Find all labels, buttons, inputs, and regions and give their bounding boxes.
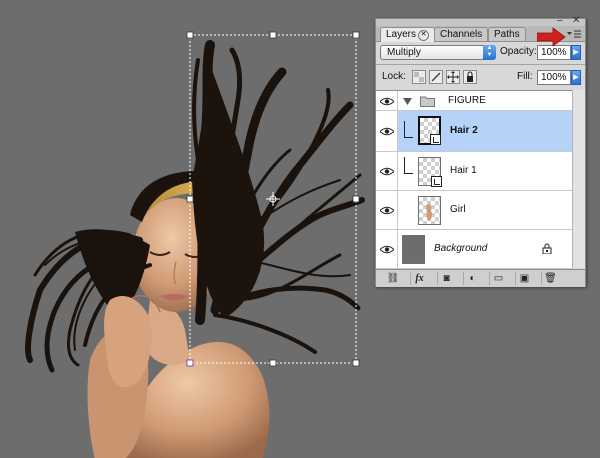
layer-thumbnail (418, 157, 442, 187)
layer-name: Hair 1 (450, 165, 477, 176)
tab-label: Channels (440, 29, 483, 40)
layer-name: Girl (450, 204, 466, 215)
eye-icon (380, 167, 394, 176)
link-icon[interactable]: ⛓ (384, 272, 402, 285)
opacity-slider-arrow-icon[interactable]: ▶ (571, 45, 581, 60)
transform-handle-top-left[interactable] (186, 31, 194, 39)
layer-thumbnail (402, 235, 425, 264)
layer-thumbnail (418, 196, 441, 225)
layer-row-hair-1[interactable]: Hair 1 (376, 152, 572, 191)
layers-panel: – ✕ Layers ✕ Channels Paths Multiply ▲ ▼ O… (375, 16, 586, 287)
eye-icon (380, 97, 394, 106)
tab-label: Layers (386, 29, 417, 40)
layer-row-girl[interactable]: Girl (376, 191, 572, 230)
lock-label: Lock: (382, 71, 406, 82)
blend-mode-value: Multiply (387, 47, 421, 58)
folder-icon[interactable]: ▭ (489, 272, 507, 285)
divider (376, 64, 585, 65)
opacity-label: Opacity: (500, 46, 537, 57)
adjustment-icon[interactable]: ◐ (463, 272, 481, 285)
visibility-toggle[interactable] (376, 230, 398, 268)
tab-label: Paths (494, 29, 520, 40)
opacity-input[interactable]: 100% (537, 45, 571, 60)
fill-slider-arrow-icon[interactable]: ▶ (571, 70, 581, 85)
folder-icon (420, 96, 435, 107)
clipping-indicator-icon (404, 157, 413, 174)
transform-handle-bottom-left[interactable] (186, 359, 194, 367)
new-layer-icon[interactable]: ▣ (515, 272, 533, 285)
panel-bottom-bar: ⛓ fx ◙ ◐ ▭ ▣ 🗑 (376, 269, 585, 287)
fill-label: Fill: (517, 71, 533, 82)
lock-all-icon[interactable] (463, 70, 477, 84)
close-icon[interactable]: ✕ (572, 16, 580, 26)
visibility-toggle[interactable] (376, 152, 398, 190)
layer-row-hair-2[interactable]: Hair 2 (376, 111, 572, 152)
dropdown-arrows-icon: ▲ ▼ (483, 45, 496, 60)
visibility-toggle[interactable] (376, 91, 398, 110)
smart-object-icon (430, 134, 441, 145)
clipping-indicator-icon (404, 121, 413, 138)
annotation-arrow-icon (537, 27, 566, 47)
layer-row-background[interactable]: Background (376, 230, 572, 269)
eye-icon (380, 245, 394, 254)
layer-list-scrollbar[interactable] (572, 90, 585, 268)
layer-list: FIGURE Hair 2 Hair 1 Girl Background (376, 90, 572, 269)
tab-layers[interactable]: Layers ✕ (380, 27, 436, 42)
eye-icon (380, 206, 394, 215)
eye-icon (380, 127, 394, 136)
minimize-icon[interactable]: – (557, 16, 563, 26)
lock-transparent-pixels-icon[interactable] (412, 70, 426, 84)
layer-thumbnail (418, 116, 441, 145)
transform-handle-bottom[interactable] (269, 359, 277, 367)
transform-handle-right[interactable] (352, 195, 360, 203)
transform-handle-top-right[interactable] (352, 31, 360, 39)
expand-triangle-icon[interactable] (403, 98, 412, 105)
panel-titlebar[interactable]: – ✕ (376, 16, 585, 26)
visibility-toggle[interactable] (376, 111, 398, 151)
visibility-toggle[interactable] (376, 191, 398, 229)
tab-channels[interactable]: Channels (434, 27, 489, 41)
lock-position-icon[interactable] (446, 70, 460, 84)
transform-handle-left[interactable] (186, 195, 194, 203)
trash-icon[interactable]: 🗑 (541, 272, 559, 285)
fill-input[interactable]: 100% (537, 70, 571, 85)
blend-mode-dropdown[interactable]: Multiply ▲ ▼ (380, 45, 496, 60)
layer-row-figure[interactable]: FIGURE (376, 91, 572, 111)
tab-paths[interactable]: Paths (488, 27, 526, 41)
mask-icon[interactable]: ◙ (437, 272, 455, 285)
close-tab-icon[interactable]: ✕ (418, 30, 430, 41)
panel-menu-icon[interactable] (567, 29, 581, 39)
smart-object-icon (431, 176, 442, 187)
layer-name: FIGURE (448, 95, 486, 106)
layer-name: Hair 2 (450, 125, 478, 136)
transform-handle-bottom-right[interactable] (352, 359, 360, 367)
transform-handle-top[interactable] (269, 31, 277, 39)
fx-icon[interactable]: fx (410, 272, 428, 285)
layer-name: Background (434, 243, 488, 254)
lock-image-pixels-icon[interactable] (429, 70, 443, 84)
lock-icon (542, 243, 552, 254)
